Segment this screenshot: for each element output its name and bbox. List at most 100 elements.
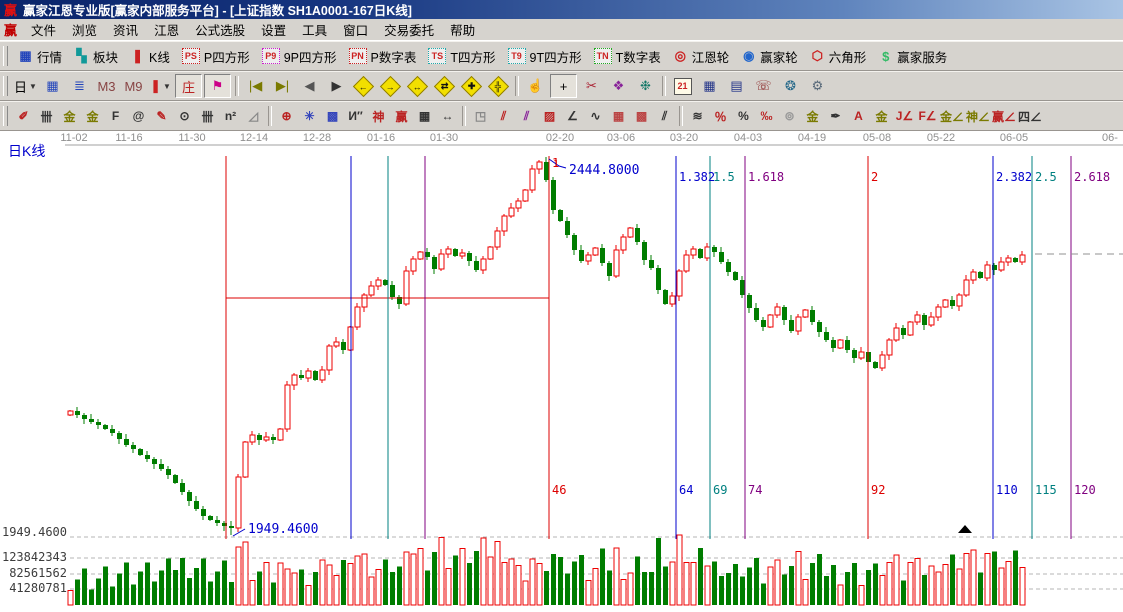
gold-div-icon[interactable]: 金	[59, 105, 80, 127]
gann-star-icon[interactable]: ✳	[299, 105, 320, 127]
draw-pen2-icon[interactable]: ✎	[151, 105, 172, 127]
brush-icon[interactable]: ✒	[825, 105, 846, 127]
child-window-logo-icon[interactable]: 赢	[0, 20, 23, 39]
zoom-full-icon[interactable]: ╬	[486, 75, 511, 97]
pct-icon[interactable]: %	[733, 105, 754, 127]
prev-icon[interactable]: ◀	[297, 75, 322, 97]
pct-line-icon[interactable]: ‰	[756, 105, 777, 127]
zoom-right-icon[interactable]: →	[378, 75, 403, 97]
menu-item-4[interactable]: 公式选股	[187, 19, 253, 40]
save-phone-icon[interactable]: ☏	[751, 75, 776, 97]
gann-shape-tool-icon[interactable]: ❖	[606, 75, 631, 97]
next-icon[interactable]: ▶	[324, 75, 349, 97]
zigzag-icon[interactable]: ∿	[585, 105, 606, 127]
gold-line-icon[interactable]: 金	[802, 105, 823, 127]
time-circle-icon[interactable]: ⊙	[174, 105, 195, 127]
network-icon[interactable]: ❂	[778, 75, 803, 97]
gold-ring-icon[interactable]: ⊚	[779, 105, 800, 127]
zoom-swap-icon[interactable]: ⇄	[432, 75, 457, 97]
order-icon[interactable]: ⚙	[805, 75, 830, 97]
gold-div2-icon[interactable]: 金	[82, 105, 103, 127]
flag-icon[interactable]: ⚑	[204, 74, 231, 98]
banker-icon[interactable]: 庄	[175, 74, 202, 98]
gann-wheel-button[interactable]: ◎ 江恩轮	[667, 45, 736, 68]
last-page-icon[interactable]: ▶|	[270, 75, 295, 97]
candle-style-icon[interactable]: ❚ ▼	[148, 75, 173, 97]
grid-red2-icon[interactable]: ▩	[631, 105, 652, 127]
gann-grid-icon[interactable]: ▩	[322, 105, 343, 127]
kline-button[interactable]: ❚ K线	[124, 45, 176, 68]
menu-item-1[interactable]: 浏览	[64, 19, 105, 40]
toolbar-grip[interactable]	[3, 106, 8, 126]
grid-123-icon[interactable]: ▦	[414, 105, 435, 127]
menu-item-0[interactable]: 文件	[23, 19, 64, 40]
menu-item-7[interactable]: 窗口	[335, 19, 376, 40]
notes-icon[interactable]: ▤	[724, 75, 749, 97]
ying-angle-icon[interactable]: 赢∠	[992, 105, 1016, 127]
p-number-button[interactable]: PN P数字表	[343, 45, 423, 68]
ying-tool-icon[interactable]: 赢	[391, 105, 412, 127]
fan-grid-icon[interactable]: ▨	[539, 105, 560, 127]
ma9-icon[interactable]: M9	[121, 75, 146, 97]
fan-purple-icon[interactable]: ⫽	[516, 105, 537, 127]
box-tool-icon[interactable]: ◳	[470, 105, 491, 127]
p9-square-button[interactable]: P9 9P四方形	[256, 45, 343, 68]
t-number-button[interactable]: TN T数字表	[588, 45, 667, 68]
erase-tool-icon[interactable]: ✂	[579, 75, 604, 97]
report-view-icon[interactable]: ≣	[67, 75, 92, 97]
calculator-icon[interactable]: ▦	[697, 75, 722, 97]
time-div-icon[interactable]: 卌	[36, 105, 57, 127]
menu-item-6[interactable]: 工具	[294, 19, 335, 40]
menu-item-3[interactable]: 江恩	[146, 19, 187, 40]
ma3-icon[interactable]: M3	[94, 75, 119, 97]
toolbar-grip[interactable]	[3, 46, 8, 66]
t9-square-button[interactable]: T9 9T四方形	[502, 45, 588, 68]
t-square-button[interactable]: TS T四方形	[422, 45, 501, 68]
sector-button[interactable]: ▚ 板块	[68, 45, 124, 68]
wave-tool-icon[interactable]: ❉	[633, 75, 658, 97]
draw-pen-icon[interactable]: ✐	[13, 105, 34, 127]
menu-item-5[interactable]: 设置	[253, 19, 294, 40]
zoom-left-icon[interactable]: ←	[351, 75, 376, 97]
trend-angle-icon[interactable]: ∠	[562, 105, 583, 127]
fan-red-icon[interactable]: ⫽	[493, 105, 514, 127]
pct7-icon[interactable]: ％	[710, 105, 731, 127]
gann-circle-icon[interactable]: ⊕	[276, 105, 297, 127]
calendar-icon[interactable]: 21	[670, 75, 695, 97]
f-angle-icon[interactable]: F∠	[917, 105, 938, 127]
menu-item-9[interactable]: 帮助	[442, 19, 483, 40]
price-lines-icon[interactable]: A	[848, 105, 869, 127]
service-button[interactable]: $ 赢家服务	[872, 45, 953, 68]
si-angle-icon[interactable]: 四∠	[1018, 105, 1042, 127]
quote-button[interactable]: ▦ 行情	[12, 45, 68, 68]
gold-line2-icon[interactable]: 金	[871, 105, 892, 127]
parallel-lines-icon[interactable]: ⫽	[654, 105, 675, 127]
shen-angle-icon[interactable]: 神∠	[966, 105, 990, 127]
hand-tool-icon[interactable]: ☝	[523, 75, 548, 97]
period-day-selector[interactable]: 日 ▼	[13, 75, 38, 97]
price-div-icon[interactable]: 卌	[197, 105, 218, 127]
grid-red-icon[interactable]: ▦	[608, 105, 629, 127]
dropdown-arrow-icon[interactable]: ▼	[163, 82, 171, 91]
gann-bars-icon[interactable]: ≋	[687, 105, 708, 127]
winner-wheel-button[interactable]: ◉ 赢家轮	[735, 45, 804, 68]
n2-icon[interactable]: n²	[220, 105, 241, 127]
zoom-h-icon[interactable]: ↔	[405, 75, 430, 97]
hexagon-button[interactable]: ⬡ 六角形	[804, 45, 873, 68]
spiral-icon[interactable]: @	[128, 105, 149, 127]
p-square-button[interactable]: PS P四方形	[176, 45, 256, 68]
menu-item-8[interactable]: 交易委托	[376, 19, 442, 40]
gold-angle-icon[interactable]: 金∠	[940, 105, 964, 127]
zoom-all-icon[interactable]: ✚	[459, 75, 484, 97]
wave-mark-icon[interactable]: И″	[345, 105, 366, 127]
dropdown-arrow-icon[interactable]: ▼	[29, 82, 37, 91]
span-measure-icon[interactable]: ↔	[437, 105, 458, 127]
fib-div-icon[interactable]: F	[105, 105, 126, 127]
menu-item-2[interactable]: 资讯	[105, 19, 146, 40]
angle-measure-icon[interactable]: ◿	[243, 105, 264, 127]
crosshair-tool-icon[interactable]: +	[550, 74, 577, 98]
j-angle-icon[interactable]: J∠	[894, 105, 915, 127]
kline-chart[interactable]: 11-02 11-16 11-30 12-14 12-28 01-16 01-30 02-20…	[0, 131, 1123, 607]
toolbar-grip[interactable]	[3, 76, 8, 96]
window-layout-icon[interactable]: ▦	[40, 75, 65, 97]
